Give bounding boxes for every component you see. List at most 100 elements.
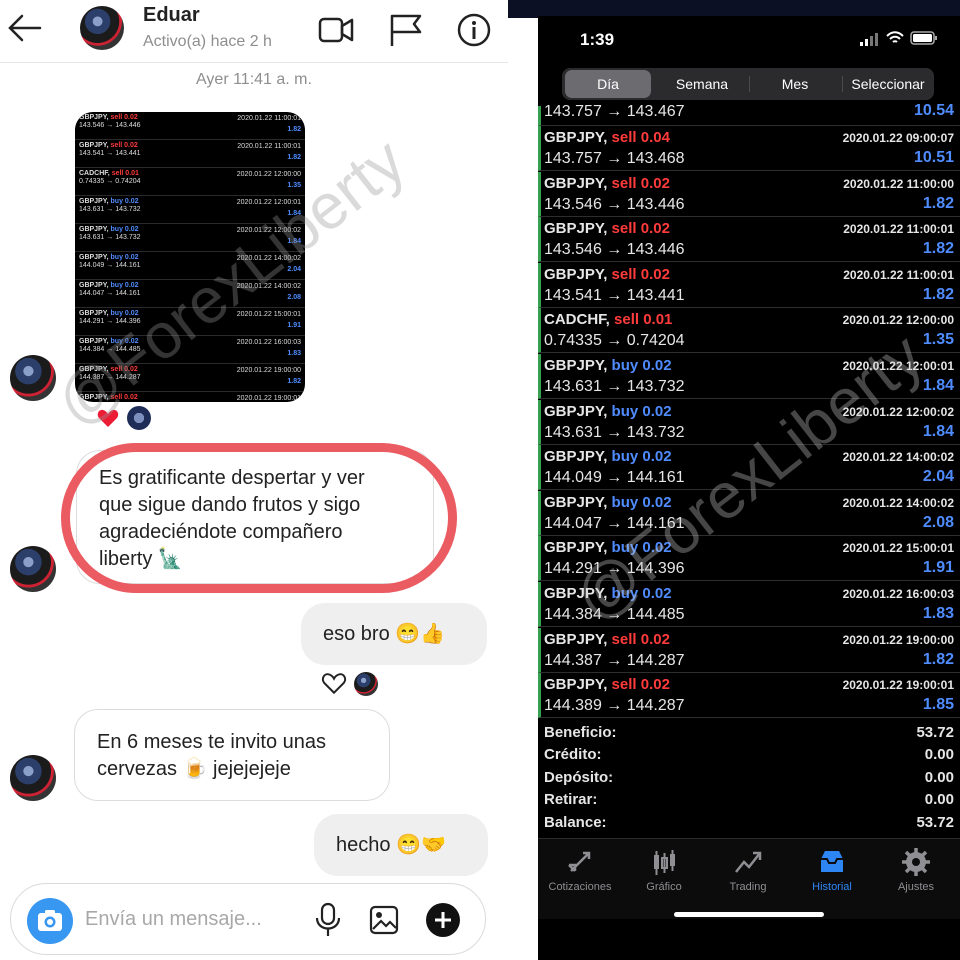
trade-side: sell 0.02 [611, 220, 670, 238]
tab-label: Historial [812, 881, 852, 893]
trade-row[interactable]: GBPJPY, sell 0.02 2020.01.22 11:00:01 143.… [538, 217, 960, 263]
microphone-icon[interactable] [313, 902, 343, 938]
heart-reaction-icon [96, 406, 120, 430]
summary-value: 0.00 [924, 791, 954, 809]
video-call-icon[interactable] [316, 10, 356, 50]
trade-side: sell 0.02 [611, 265, 670, 283]
image-trade-side: buy 0.02 [110, 198, 139, 205]
image-trade-side: sell 0.01 [111, 170, 139, 177]
image-trade-row: GBPJPY, buy 0.02 2020.01.22 16:00:03 144.3… [75, 336, 305, 364]
image-trade-side: sell 0.02 [110, 114, 138, 121]
image-trade-profit: 1.82 [287, 154, 301, 161]
trade-row[interactable]: GBPJPY, sell 0.02 2020.01.22 19:00:00 144.… [538, 627, 960, 673]
image-trade-date: 2020.01.22 11:00:01 [237, 143, 301, 150]
image-trade-date: 2020.01.22 15:00:01 [236, 311, 301, 318]
image-trade-side: buy 0.02 [110, 226, 139, 233]
chat-screen: Eduar Activo(a) hace 2 h Ayer 11:41 a. m… [0, 0, 508, 960]
summary-label: Beneficio: [544, 724, 617, 741]
bottom-tab-bar: Cotizaciones Gráfico Trading Historial Ajust… [538, 838, 960, 919]
trade-date: 2020.01.22 11:00:00 [843, 176, 954, 191]
trade-row[interactable]: GBPJPY, sell 0.02 2020.01.22 11:00:00 143.… [538, 171, 960, 217]
segment-day[interactable]: Día [565, 70, 651, 98]
tab-history[interactable]: Historial [790, 847, 874, 893]
image-trade-row: GBPJPY, buy 0.02 2020.01.22 12:00:02 143.6… [75, 224, 305, 252]
tab-quotes[interactable]: Cotizaciones [538, 847, 622, 893]
image-trade-side: buy 0.02 [110, 310, 139, 317]
image-trade-prices: 144.047 → 144.161 [79, 290, 141, 297]
trade-prices: 143.631 → 143.732 [544, 423, 685, 441]
incoming-message-bubble[interactable]: En 6 meses te invito unas cervezas 🍺 jej… [74, 709, 390, 801]
trade-side: buy 0.02 [611, 539, 672, 557]
trade-profit: 1.91 [922, 559, 954, 577]
image-trade-profit: 1.83 [287, 350, 301, 357]
tab-settings[interactable]: Ajustes [874, 847, 958, 893]
summary-row: Balance: 53.72 [544, 814, 954, 836]
trade-row[interactable]: GBPJPY, buy 0.02 2020.01.22 14:00:02 144.0… [538, 445, 960, 491]
trade-date: 2020.01.22 12:00:01 [842, 359, 954, 373]
contact-name[interactable]: Eduar [143, 4, 200, 27]
segment-month[interactable]: Mes [750, 68, 840, 100]
image-trade-side: buy 0.02 [110, 282, 139, 289]
tab-label: Ajustes [897, 881, 935, 893]
summary-label: Depósito: [544, 768, 614, 786]
sender-avatar [10, 755, 56, 801]
add-button[interactable] [426, 903, 460, 937]
trade-row[interactable]: GBPJPY, buy 0.02 2020.01.22 16:00:03 144.3… [538, 582, 960, 627]
chat-header: Eduar Activo(a) hace 2 h [0, 0, 508, 63]
trade-symbol: GBPJPY, [544, 585, 608, 602]
trade-row[interactable]: GBPJPY, buy 0.02 2020.01.22 12:00:02 143.6… [538, 399, 960, 445]
contact-status: Activo(a) hace 2 h [143, 33, 272, 50]
tab-label: Gráfico [646, 881, 682, 893]
trade-profit: 1.84 [922, 422, 954, 440]
image-trade-row: GBPJPY, buy 0.02 2020.01.22 12:00:01 143.6… [75, 196, 305, 224]
image-trade-profit: 1.84 [287, 238, 301, 245]
trade-row[interactable]: GBPJPY, sell 0.02 2020.01.22 11:00:01 143.… [538, 262, 960, 308]
back-arrow-icon[interactable] [4, 8, 44, 48]
segment-custom[interactable]: Seleccionar [843, 68, 933, 100]
image-trade-symbol: GBPJPY, [79, 114, 109, 121]
tab-trading[interactable]: Trading [706, 847, 790, 893]
status-time: 1:39 [580, 30, 615, 49]
segment-week[interactable]: Semana [657, 68, 747, 100]
camera-button[interactable] [27, 898, 73, 944]
message-line: hecho 😁🤝 [336, 834, 446, 856]
trade-side: buy 0.02 [611, 448, 672, 466]
trade-date: 2020.01.22 16:00:03 [842, 587, 954, 601]
shared-screenshot-image[interactable]: GBPJPY, sell 0.02 2020.01.22 11:00:01 143.… [75, 112, 305, 402]
trade-row[interactable]: GBPJPY, sell 0.04 2020.01.22 09:00:07 143.… [538, 126, 960, 171]
trade-row[interactable]: GBPJPY, buy 0.02 2020.01.22 12:00:01 143.6… [538, 354, 960, 399]
outgoing-message-bubble[interactable]: eso bro 😁👍 [301, 603, 487, 665]
image-trade-date: 2020.01.22 19:00:00 [236, 367, 301, 374]
image-trade-row: GBPJPY, sell 0.02 2020.01.22 19:00:00 144.… [75, 364, 305, 392]
gallery-icon[interactable] [368, 904, 400, 936]
like-heart-icon[interactable] [320, 670, 348, 696]
summary-value: 53.72 [916, 724, 954, 741]
trade-side: buy 0.02 [611, 402, 672, 420]
image-trade-prices: 0.74335 → 0.74204 [79, 178, 141, 185]
info-icon[interactable] [454, 10, 494, 50]
trade-prices: 144.389 → 144.287 [544, 697, 685, 715]
trade-row[interactable]: GBPJPY, sell 0.02 2020.01.22 19:00:01 144.… [538, 673, 960, 719]
flag-icon[interactable] [386, 10, 426, 50]
trade-row[interactable]: GBPJPY, buy 0.02 2020.01.22 14:00:02 144.0… [538, 490, 960, 536]
image-trade-profit: 1.82 [287, 378, 301, 385]
trade-prices: 143.546 → 143.446 [544, 195, 685, 213]
image-trade-row: GBPJPY, buy 0.02 2020.01.22 14:00:02 144.0… [75, 280, 305, 308]
trade-profit: 1.35 [922, 331, 954, 349]
image-trade-prices: 143.546 → 143.446 [79, 122, 141, 129]
trade-date: 2020.01.22 09:00:07 [842, 131, 954, 145]
trade-side: buy 0.02 [611, 357, 672, 374]
trade-row[interactable]: CADCHF, sell 0.01 2020.01.22 12:00:00 0.74… [538, 308, 960, 354]
signal-icon [860, 33, 878, 46]
message-input[interactable]: Envía un mensaje... [85, 908, 262, 931]
trade-row-partial[interactable]: 143.757 → 143.467 10.54 [538, 102, 960, 126]
contact-avatar[interactable] [80, 6, 124, 50]
outgoing-message-bubble[interactable]: hecho 😁🤝 [314, 814, 488, 876]
trade-date: 2020.01.22 12:00:00 [842, 313, 954, 328]
tab-chart[interactable]: Gráfico [622, 847, 706, 893]
trade-row[interactable]: GBPJPY, buy 0.02 2020.01.22 15:00:01 144.2… [538, 536, 960, 582]
trade-date: 2020.01.22 14:00:02 [842, 495, 954, 510]
image-trade-symbol: GBPJPY, [79, 282, 109, 289]
trade-prices: 0.74335 → 0.74204 [544, 332, 685, 350]
settings-icon [902, 848, 930, 876]
